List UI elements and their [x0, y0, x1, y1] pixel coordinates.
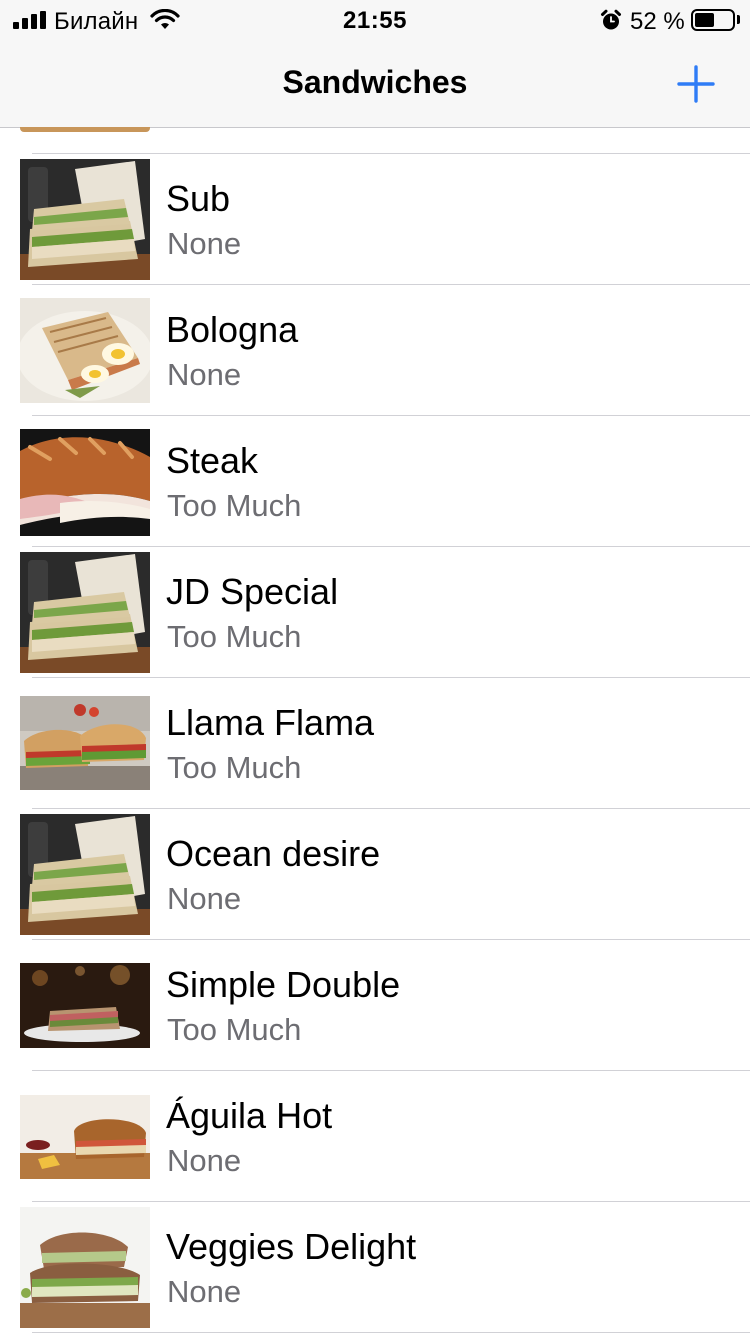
sandwich-thumbnail [20, 1207, 150, 1328]
sandwich-name: Águila Hot [166, 1095, 333, 1136]
alarm-icon [600, 9, 622, 31]
battery-icon [691, 9, 735, 31]
sandwich-list[interactable]: Sub None Bologna None Steak Too Much JD … [0, 127, 750, 1333]
table-row[interactable]: Bologna None [0, 285, 750, 416]
table-row[interactable]: Ocean desire None [0, 809, 750, 940]
sandwich-thumbnail [20, 963, 150, 1048]
table-row[interactable]: Simple Double Too Much [0, 940, 750, 1071]
table-row[interactable]: Steak Too Much [0, 416, 750, 547]
table-row[interactable]: Sub None [0, 154, 750, 285]
sandwich-name: Simple Double [166, 964, 401, 1005]
sandwich-name: Sub [166, 178, 231, 219]
sandwich-name: Bologna [166, 309, 299, 350]
sandwich-detail: None [167, 881, 242, 916]
sandwich-name: Llama Flama [166, 702, 375, 743]
sandwich-name: Steak [166, 440, 259, 481]
sandwich-detail: Too Much [167, 488, 302, 523]
sandwich-name: JD Special [166, 571, 339, 612]
battery-level [695, 13, 714, 27]
sandwich-detail: Too Much [167, 1012, 302, 1047]
sandwich-detail: None [167, 1143, 242, 1178]
table-row[interactable]: JD Special Too Much [0, 547, 750, 678]
sandwich-thumbnail [20, 696, 150, 790]
sandwich-thumbnail [20, 1095, 150, 1179]
table-row[interactable]: Águila Hot None [0, 1071, 750, 1202]
plus-icon [677, 65, 715, 103]
battery-nub [737, 15, 740, 24]
sandwich-name: Veggies Delight [166, 1226, 417, 1267]
add-sandwich-button[interactable] [672, 60, 720, 108]
sandwich-detail: None [167, 357, 242, 392]
sandwich-detail: Too Much [167, 750, 302, 785]
sandwich-name: Ocean desire [166, 833, 381, 874]
status-bar: Билайн 21:55 52 % [0, 0, 750, 40]
table-row[interactable]: Veggies Delight None [0, 1202, 750, 1333]
sandwich-thumbnail [20, 552, 150, 673]
list-item-partial [20, 127, 750, 154]
sandwich-detail: None [167, 226, 242, 261]
page-title: Sandwiches [282, 64, 468, 100]
sandwich-thumbnail [20, 298, 150, 403]
sandwich-thumbnail [20, 159, 150, 280]
navigation-bar: Sandwiches [0, 40, 750, 128]
thumbnail-partial [20, 127, 150, 132]
sandwich-thumbnail [20, 814, 150, 935]
table-row[interactable]: Llama Flama Too Much [0, 678, 750, 809]
sandwich-thumbnail [20, 429, 150, 536]
battery-percentage: 52 % [630, 8, 685, 35]
sandwich-detail: None [167, 1274, 242, 1309]
sandwich-detail: Too Much [167, 619, 302, 654]
